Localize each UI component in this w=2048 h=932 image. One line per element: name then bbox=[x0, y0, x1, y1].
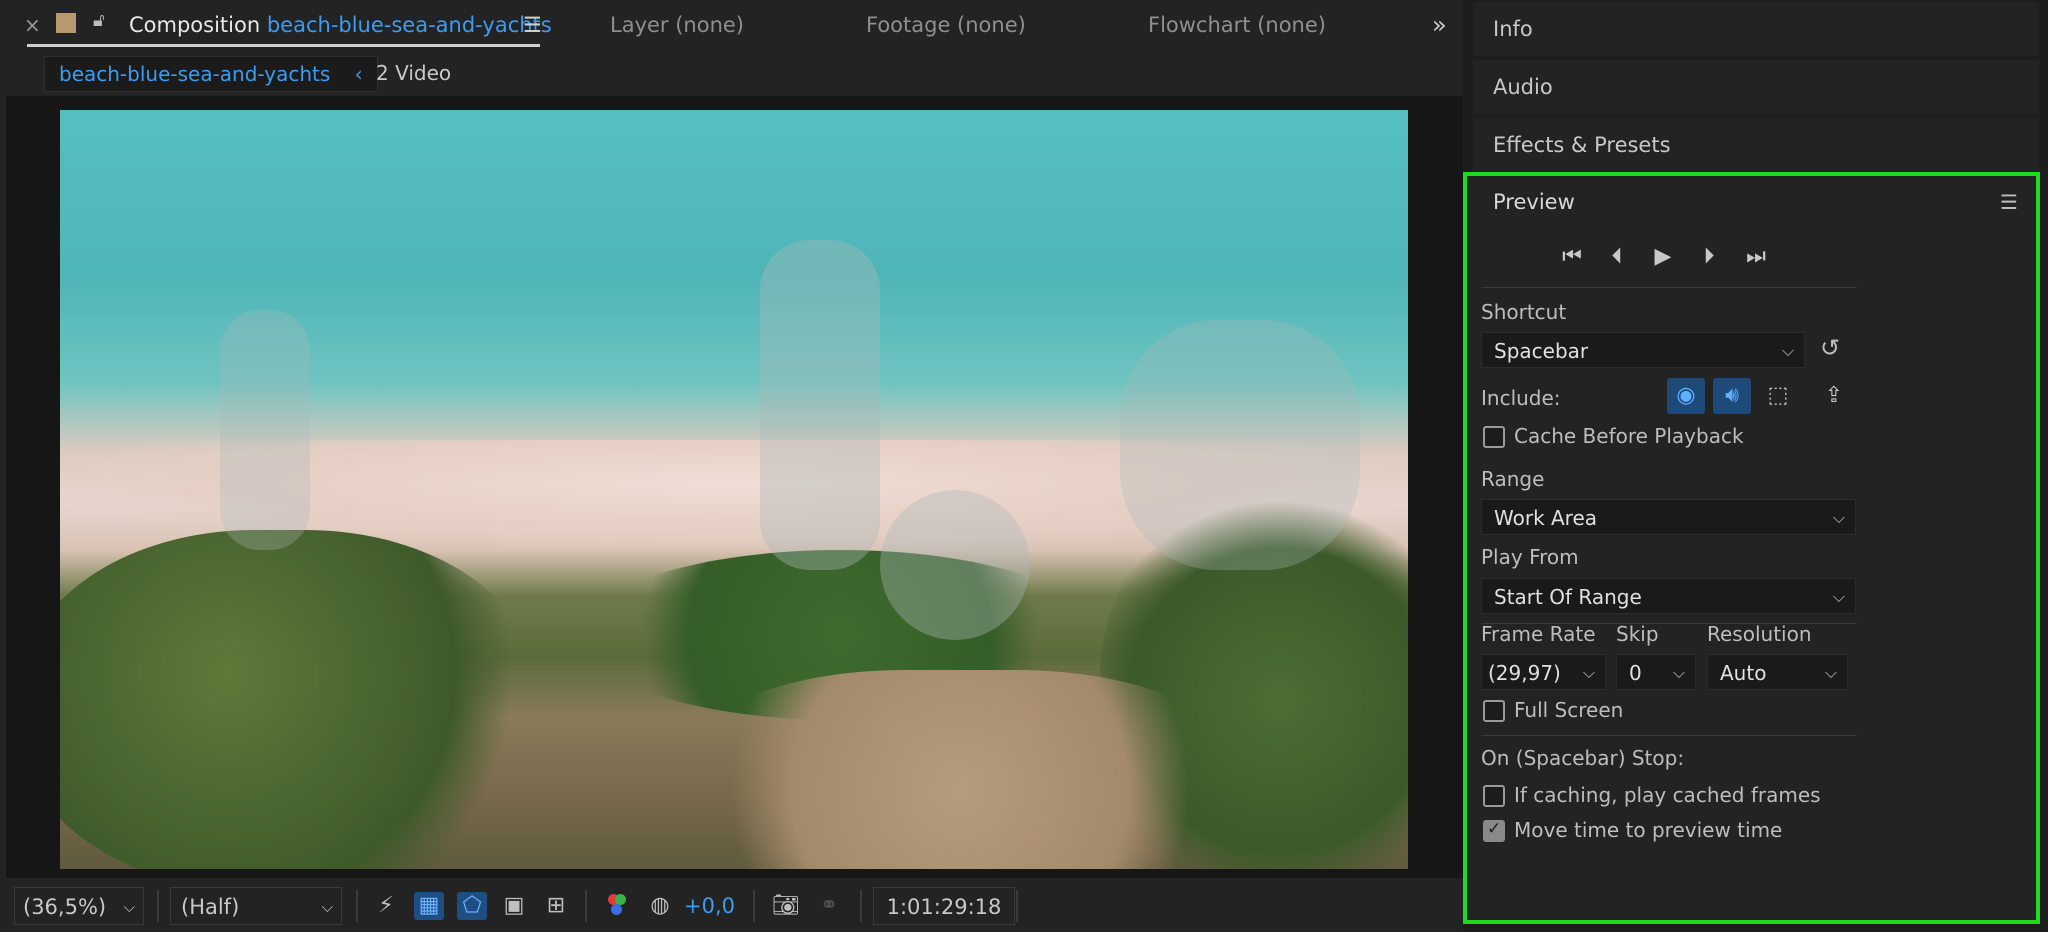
chevron-down-icon: ⌵ bbox=[1781, 341, 1794, 360]
chevron-down-icon: ⌵ bbox=[1832, 508, 1845, 527]
region-of-interest-icon[interactable]: ▣ bbox=[499, 892, 529, 920]
mask-path-icon[interactable]: ⬠ bbox=[457, 892, 487, 920]
export-preview-icon[interactable]: ⇪ bbox=[1815, 378, 1853, 414]
color-channels-icon[interactable] bbox=[602, 892, 632, 920]
shortcut-label: Shortcut bbox=[1481, 300, 1567, 324]
range-dropdown[interactable]: Work Area ⌵ bbox=[1481, 499, 1856, 535]
frame-rate-label: Frame Rate bbox=[1481, 622, 1596, 646]
close-tab-icon[interactable]: × bbox=[24, 0, 41, 50]
tab-footage[interactable]: Footage (none) bbox=[866, 0, 1026, 50]
zoom-value: (36,5%) bbox=[23, 895, 107, 919]
divider bbox=[1016, 890, 1018, 922]
chevron-down-icon: ⌵ bbox=[123, 898, 135, 916]
tab-layer[interactable]: Layer (none) bbox=[610, 0, 744, 50]
cache-before-playback-label: Cache Before Playback bbox=[1514, 424, 1744, 448]
move-time-label: Move time to preview time bbox=[1514, 818, 1783, 842]
snapshot-camera-icon[interactable]: 📷︎ bbox=[771, 892, 801, 920]
tab-composition-prefix: Composition bbox=[129, 13, 261, 37]
chevron-down-icon: ⌵ bbox=[1582, 663, 1595, 682]
lock-icon[interactable]: 🔓︎ bbox=[93, 10, 111, 34]
guides-icon[interactable]: ⊞ bbox=[541, 892, 571, 920]
on-stop-label: On (Spacebar) Stop: bbox=[1481, 746, 1685, 770]
tab-composition[interactable]: Composition beach-blue-sea-and-yachts bbox=[129, 0, 552, 50]
chevron-down-icon: ⌵ bbox=[1832, 587, 1845, 606]
divider bbox=[1482, 287, 1857, 288]
next-frame-icon[interactable]: ⏵︎ bbox=[1692, 240, 1726, 274]
play-from-label: Play From bbox=[1481, 545, 1579, 569]
frame-rate-dropdown[interactable]: (29,97) ⌵ bbox=[1481, 654, 1606, 690]
breadcrumb-back-icon[interactable]: ‹ bbox=[355, 62, 363, 86]
resolution-dropdown[interactable]: (Half) ⌵ bbox=[170, 887, 342, 925]
chevron-down-icon: ⌵ bbox=[321, 898, 333, 916]
divider bbox=[585, 890, 587, 922]
full-screen-checkbox[interactable] bbox=[1483, 700, 1505, 722]
include-label: Include: bbox=[1481, 386, 1561, 410]
current-time-display[interactable]: 1:01:29:18 bbox=[873, 887, 1015, 925]
skip-value: 0 bbox=[1629, 661, 1642, 685]
breadcrumb[interactable]: beach-blue-sea-and-yachts ‹ bbox=[44, 56, 378, 92]
info-panel-header[interactable]: Info bbox=[1473, 2, 2039, 56]
reset-icon[interactable]: ↺ bbox=[1820, 334, 1840, 362]
chevron-down-icon: ⌵ bbox=[1824, 663, 1837, 682]
divider bbox=[356, 890, 358, 922]
tab-composition-name: beach-blue-sea-and-yachts bbox=[266, 13, 552, 37]
audio-panel-header[interactable]: Audio bbox=[1473, 60, 2039, 114]
resolution-label: Resolution bbox=[1707, 622, 1812, 646]
if-caching-label: If caching, play cached frames bbox=[1514, 783, 1821, 807]
zoom-dropdown[interactable]: (36,5%) ⌵ bbox=[14, 887, 144, 925]
shortcut-dropdown[interactable]: Spacebar ⌵ bbox=[1481, 332, 1805, 368]
first-frame-icon[interactable]: ⏮︎ bbox=[1555, 240, 1589, 274]
fast-previews-icon[interactable]: ⚡︎ bbox=[371, 892, 401, 920]
breadcrumb-next[interactable]: 2 Video bbox=[376, 56, 451, 90]
if-caching-checkbox[interactable] bbox=[1483, 785, 1505, 807]
include-video-eye-icon[interactable]: ◉ bbox=[1667, 378, 1705, 414]
skip-label: Skip bbox=[1616, 622, 1659, 646]
tab-flowchart[interactable]: Flowchart (none) bbox=[1148, 0, 1326, 50]
play-icon[interactable]: ▶︎ bbox=[1646, 240, 1680, 274]
tab-overflow-icon[interactable]: » bbox=[1432, 0, 1447, 50]
last-frame-icon[interactable]: ⏭︎ bbox=[1739, 240, 1773, 274]
active-tab-underline bbox=[27, 44, 540, 47]
resolution-value: (Half) bbox=[181, 895, 240, 919]
composition-color-icon bbox=[56, 13, 76, 33]
include-overlays-icon[interactable]: ⬚ bbox=[1759, 378, 1797, 414]
frame-rate-value: (29,97) bbox=[1488, 661, 1561, 685]
breadcrumb-current: beach-blue-sea-and-yachts bbox=[59, 62, 331, 86]
tab-menu-icon[interactable]: ☰ bbox=[523, 0, 542, 50]
divider bbox=[753, 890, 755, 922]
preview-panel-title: Preview bbox=[1493, 190, 1575, 214]
include-audio-speaker-icon[interactable]: 🔊︎ bbox=[1713, 378, 1751, 414]
color-management-icon[interactable]: ◍ bbox=[645, 892, 675, 920]
previous-frame-icon[interactable]: ⏴︎ bbox=[1600, 240, 1634, 274]
shortcut-value: Spacebar bbox=[1494, 339, 1589, 363]
move-time-checkbox[interactable] bbox=[1483, 819, 1505, 842]
effects-presets-panel-header[interactable]: Effects & Presets bbox=[1473, 118, 2039, 172]
exposure-value[interactable]: +0,0 bbox=[684, 887, 735, 925]
preview-resolution-dropdown[interactable]: Auto ⌵ bbox=[1707, 654, 1848, 690]
show-snapshot-icon[interactable]: ⚭ bbox=[814, 892, 844, 920]
play-from-dropdown[interactable]: Start Of Range ⌵ bbox=[1481, 578, 1856, 614]
skip-dropdown[interactable]: 0 ⌵ bbox=[1616, 654, 1696, 690]
composition-frame-image bbox=[60, 110, 1408, 869]
cache-before-playback-checkbox[interactable] bbox=[1483, 426, 1505, 448]
range-label: Range bbox=[1481, 467, 1545, 491]
panel-menu-icon[interactable]: ☰ bbox=[2000, 190, 2018, 214]
range-value: Work Area bbox=[1494, 506, 1598, 530]
divider bbox=[1482, 735, 1857, 736]
divider bbox=[860, 890, 862, 922]
transparency-grid-icon[interactable]: ▦ bbox=[414, 892, 444, 920]
play-from-value: Start Of Range bbox=[1494, 585, 1642, 609]
preview-resolution-value: Auto bbox=[1720, 661, 1767, 685]
divider bbox=[157, 890, 159, 922]
full-screen-label: Full Screen bbox=[1514, 698, 1624, 722]
chevron-down-icon: ⌵ bbox=[1672, 663, 1685, 682]
